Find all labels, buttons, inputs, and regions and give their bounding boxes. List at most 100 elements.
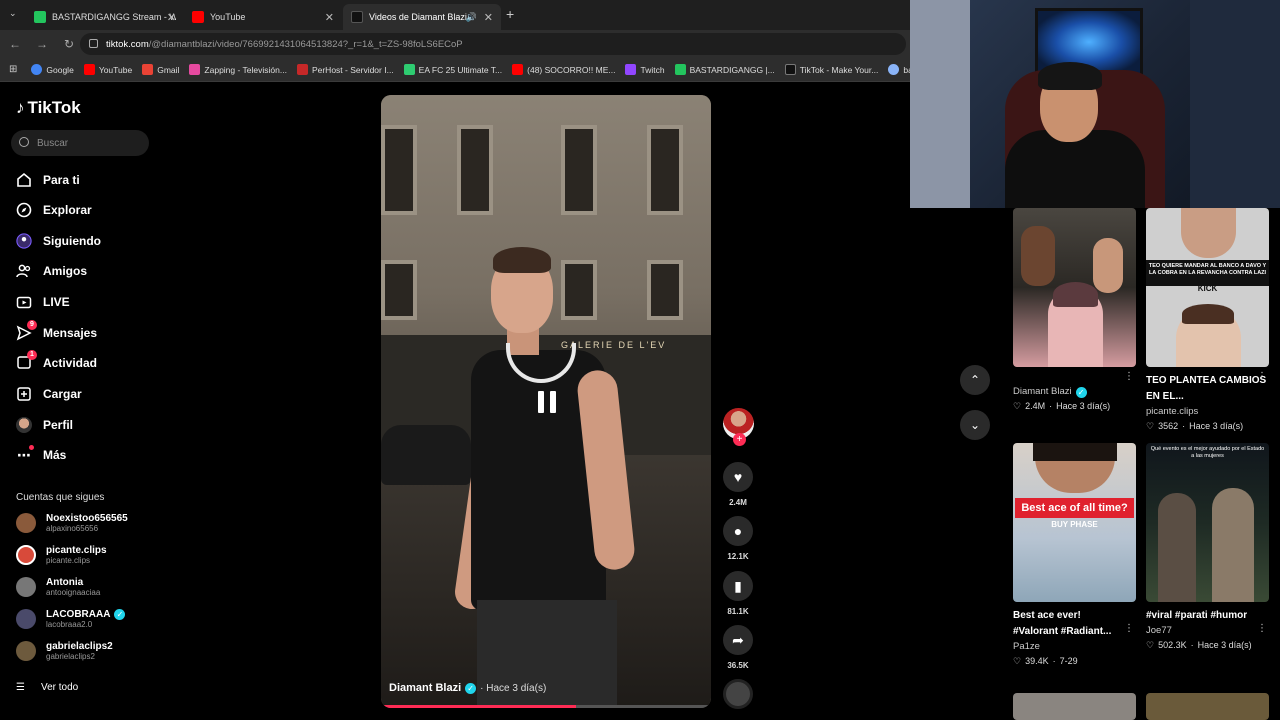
apps-grid-icon[interactable]: ⊞ [9, 64, 17, 75]
nav-cargar[interactable]: Cargar [16, 383, 82, 405]
video-progress-bar[interactable] [381, 705, 711, 708]
like-action[interactable]: ♥ 2.4M [722, 462, 754, 507]
bookmark-youtube[interactable]: YouTube [83, 64, 132, 75]
heart-outline-icon: ♡ [1013, 401, 1022, 411]
video-thumbnail[interactable]: TEO QUIERE MANDAR AL BANCO A DAVO Y LA C… [1146, 208, 1269, 367]
more-options-icon[interactable]: ⋮ [1124, 623, 1134, 634]
save-action[interactable]: ▮ 81.1K [722, 571, 754, 616]
video-player[interactable]: GALERIE DE L'EV Diamant Blazi ✓ · Hace 3… [381, 95, 711, 708]
account-handle: picante.clips [46, 555, 91, 565]
bookmark-zapping[interactable]: Zapping - Televisión... [189, 64, 287, 75]
browser-tab-stream[interactable]: BASTARDIGANGG Stream - Wat ✕ [26, 4, 184, 30]
bookmark-socorro[interactable]: (48) SOCORRO!! ME... [512, 64, 615, 75]
audio-icon[interactable]: 🔊 [466, 12, 477, 23]
address-bar[interactable]: tiktok.com /@diamantblazi/video/76699214… [80, 33, 906, 55]
card-author[interactable]: picante.clips [1146, 405, 1269, 419]
follow-plus-icon[interactable]: + [733, 433, 746, 446]
bookmark-label: Zapping - Televisión... [204, 64, 287, 75]
card-title[interactable]: #viral #parati #humor [1146, 608, 1269, 624]
video-car [381, 425, 471, 485]
nav-mas[interactable]: ⋯ Más [16, 444, 66, 466]
bookmark-perhost[interactable]: PerHost - Servidor I... [296, 64, 394, 75]
related-video-card[interactable]: TEO QUIERE MANDAR AL BANCO A DAVO Y LA C… [1146, 208, 1269, 433]
next-video-button[interactable]: ⌄ [960, 410, 990, 440]
previous-video-button[interactable]: ⌃ [960, 365, 990, 395]
like-count: 2.4M [729, 498, 747, 507]
video-thumbnail[interactable] [1013, 208, 1136, 367]
comment-count: 12.1K [727, 552, 749, 561]
tab-list-dropdown-icon[interactable]: ⌄ [9, 8, 17, 19]
bookmark-google[interactable]: Google [31, 64, 74, 75]
related-video-card[interactable]: Diamant Blazi ✓ ♡ 2.4M · Hace 3 día(s) ⋮ [1013, 208, 1136, 413]
comment-icon[interactable]: ● [723, 516, 753, 546]
following-account[interactable]: Antonia antooignaaciaa [16, 573, 100, 601]
nav-perfil[interactable]: Perfil [16, 414, 73, 436]
creator-avatar[interactable]: + [723, 408, 754, 446]
bookmark-tiktok[interactable]: TikTok - Make Your... [784, 64, 878, 75]
video-thumbnail[interactable] [1013, 693, 1136, 720]
browser-tab-youtube[interactable]: YouTube ✕ [184, 4, 342, 30]
bookmark-bastardigangg[interactable]: BASTARDIGANGG |... [674, 64, 775, 75]
bookmark-icon[interactable]: ▮ [723, 571, 753, 601]
related-video-card[interactable]: Qué evento es el mejor ayudado por el Es… [1146, 443, 1269, 652]
site-info-icon[interactable] [89, 39, 98, 48]
compass-icon [16, 202, 32, 218]
nav-siguiendo[interactable]: Siguiendo [16, 230, 101, 252]
card-author[interactable]: Joe77 [1146, 624, 1269, 638]
more-options-icon[interactable]: ⋮ [1257, 623, 1267, 634]
building-window [561, 260, 597, 320]
more-options-icon[interactable]: ⋮ [1124, 371, 1134, 382]
related-video-card[interactable] [1146, 693, 1269, 720]
share-action[interactable]: ➦ 36.5K [722, 625, 754, 670]
new-tab-button[interactable]: + [506, 6, 514, 22]
nav-actividad[interactable]: 1 Actividad [16, 350, 97, 374]
following-account[interactable]: picante.clips picante.clips [16, 541, 107, 569]
share-icon[interactable]: ➦ [723, 625, 753, 655]
close-tab-icon[interactable]: ✕ [167, 11, 176, 24]
following-account[interactable]: Noexistoo656565 alpaxino65656 [16, 509, 128, 537]
close-tab-icon[interactable]: ✕ [325, 11, 334, 24]
following-account[interactable]: LACOBRAAA ✓ lacobraaa2.0 [16, 605, 129, 633]
forward-icon[interactable]: → [30, 37, 54, 51]
verified-icon: ✓ [114, 608, 126, 620]
music-disc-icon[interactable] [723, 679, 753, 709]
tiktok-logo[interactable]: ♪ TikTok [16, 98, 81, 118]
bookmark-eafc[interactable]: EA FC 25 Ultimate T... [403, 64, 502, 75]
card-author[interactable]: Diamant Blazi ✓ [1013, 385, 1136, 399]
video-thumbnail[interactable]: Best ace of all time? BUY PHASE [1013, 443, 1136, 602]
heart-icon[interactable]: ♥ [723, 462, 753, 492]
comment-action[interactable]: ● 12.1K [722, 516, 754, 561]
nav-explorar[interactable]: Explorar [16, 199, 92, 221]
nav-mensajes[interactable]: 9 Mensajes [16, 320, 97, 344]
related-video-card[interactable] [1013, 693, 1136, 720]
search-input[interactable]: Buscar [11, 130, 149, 156]
tab-label: Videos de Diamant Blazi (@ [369, 12, 469, 22]
meta-separator: · [1190, 640, 1194, 650]
card-title[interactable]: TEO PLANTEA CAMBIOS EN EL... [1146, 373, 1269, 405]
bookmark-gmail[interactable]: Gmail [142, 64, 179, 75]
pause-icon[interactable] [538, 391, 556, 413]
video-thumbnail[interactable]: Qué evento es el mejor ayudado por el Es… [1146, 443, 1269, 602]
video-thumbnail[interactable] [1146, 693, 1269, 720]
nav-para-ti[interactable]: Para ti [16, 169, 80, 191]
bookmark-twitch[interactable]: Twitch [625, 64, 665, 75]
nav-live[interactable]: LIVE [16, 291, 70, 313]
reload-icon[interactable]: ↻ [57, 37, 81, 51]
nav-label: Explorar [43, 203, 92, 217]
thumbnail-person [1093, 238, 1123, 293]
building-window [647, 125, 683, 215]
card-author[interactable]: Pa1ze [1013, 640, 1136, 654]
nav-amigos[interactable]: Amigos [16, 260, 87, 282]
bookmark-label: Gmail [157, 64, 180, 75]
back-icon[interactable]: ← [3, 37, 27, 51]
tab-favicon [34, 11, 46, 23]
browser-tab-tiktok[interactable]: Videos de Diamant Blazi (@ 🔊 ✕ [343, 4, 501, 30]
more-options-icon[interactable]: ⋮ [1257, 371, 1267, 382]
card-title[interactable]: Best ace ever! #Valorant #Radiant... [1013, 608, 1123, 640]
related-video-card[interactable]: Best ace of all time? BUY PHASE Best ace… [1013, 443, 1136, 668]
account-handle: alpaxino65656 [46, 523, 99, 533]
video-author[interactable]: Diamant Blazi [389, 682, 461, 694]
close-tab-icon[interactable]: ✕ [484, 11, 493, 24]
see-all-link[interactable]: ☰ Ver todo [16, 682, 78, 693]
following-account[interactable]: gabrielaclips2 gabrielaclips2 [16, 637, 113, 665]
